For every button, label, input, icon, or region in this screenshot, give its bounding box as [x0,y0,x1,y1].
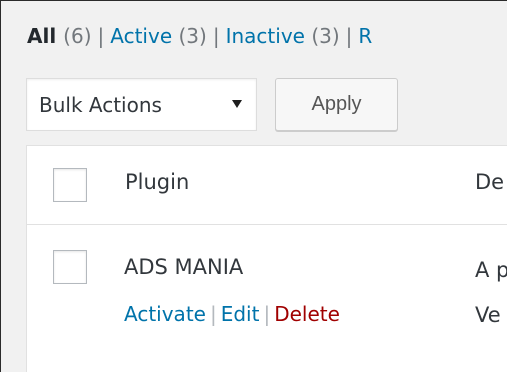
activate-link[interactable]: Activate [124,302,206,326]
apply-button[interactable]: Apply [275,78,398,131]
action-separator: | [263,302,271,326]
filter-separator: | [345,24,353,48]
plugins-table: Plugin De ADS MANIA A p Ve Activate | Edit… [26,145,507,372]
filter-all[interactable]: All (6) [27,24,92,48]
table-header-row: Plugin De [27,146,507,225]
plugin-name: ADS MANIA [124,255,244,279]
filter-all-count: (6) [63,24,92,48]
edit-link[interactable]: Edit [221,302,260,326]
plugin-status-filters: All (6) | Active (3) | Inactive (3) | R [27,23,372,49]
select-all-checkbox[interactable] [53,168,87,202]
filter-separator: | [212,24,220,48]
filter-active-label: Active [110,24,173,48]
row-checkbox[interactable] [53,250,87,284]
column-header-plugin: Plugin [125,170,190,194]
filter-active[interactable]: Active (3) [110,24,207,48]
plugin-description-line-1: A p [475,258,507,282]
filter-separator: | [97,24,105,48]
bulk-actions-select[interactable]: Bulk Actions [26,78,257,131]
filter-inactive-label: Inactive [225,24,305,48]
filter-active-count: (3) [178,24,207,48]
row-actions: Activate | Edit | Delete [124,302,340,326]
delete-link[interactable]: Delete [274,302,340,326]
filter-all-label: All [27,24,57,48]
plugins-panel: All (6) | Active (3) | Inactive (3) | R Bulk A… [0,0,507,372]
filter-inactive-count: (3) [311,24,340,48]
dropdown-caret-icon [232,100,242,108]
plugin-description-line-2: Ve [475,303,501,327]
action-separator: | [209,302,217,326]
filter-inactive[interactable]: Inactive (3) [226,24,340,48]
column-header-description: De [475,170,505,194]
bulk-actions-selected-value: Bulk Actions [39,92,162,117]
filter-next-partial[interactable]: R [358,24,372,48]
